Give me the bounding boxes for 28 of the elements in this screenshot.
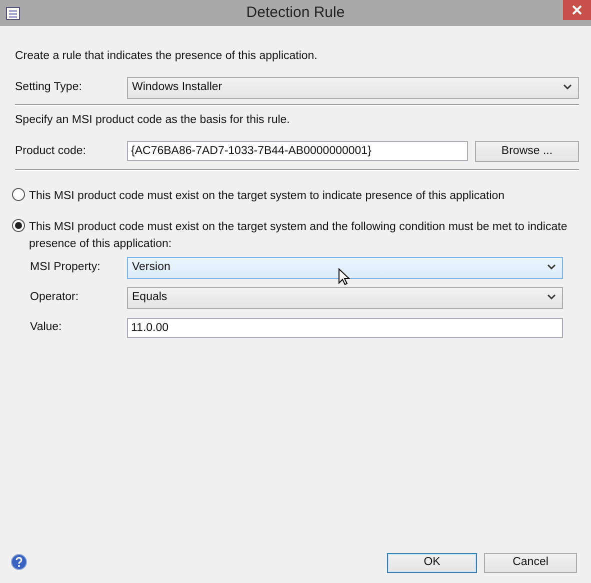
chevron-down-icon [547,294,556,300]
browse-button[interactable]: Browse ... [475,140,579,162]
field-label: MSI Property: [30,260,102,276]
mouse-cursor-icon [338,268,350,286]
chevron-down-icon [563,84,572,90]
close-icon [572,5,582,15]
help-icon[interactable] [11,554,27,570]
field-label: Operator: [30,290,80,306]
dropdown[interactable]: Version [127,257,563,279]
hint-text: Specify an MSI product code as the basis for this rule. [15,112,291,128]
dropdown[interactable]: Windows Installer [127,76,579,99]
chevron-down-icon [547,264,556,270]
cancel-button[interactable]: Cancel [484,553,577,573]
list-window-icon [6,7,20,20]
input-field[interactable]: 11.0.00 [127,318,563,338]
ok-button[interactable]: OK [387,553,477,573]
option-label: This MSI product code must exist on the target system to indicate presence of this application [29,189,505,204]
window-title: Detection Rule [246,2,345,23]
close-button[interactable] [563,0,591,20]
field-label: Value: [30,320,63,336]
intro-text: Create a rule that indicates the presence of this application. [15,49,318,64]
input-field[interactable]: {AC76BA86-7AD7-1033-7B44-AB0000000001} [127,141,468,162]
field-label: Setting Type: [15,80,83,96]
field-label: Product code: [15,144,87,159]
radio-button[interactable] [12,188,25,202]
dropdown[interactable]: Equals [127,287,563,309]
radio-button[interactable] [12,218,25,232]
option-label: This MSI product code must exist on the target system and the following condition must be met to indicate presence of this application: [29,220,568,252]
